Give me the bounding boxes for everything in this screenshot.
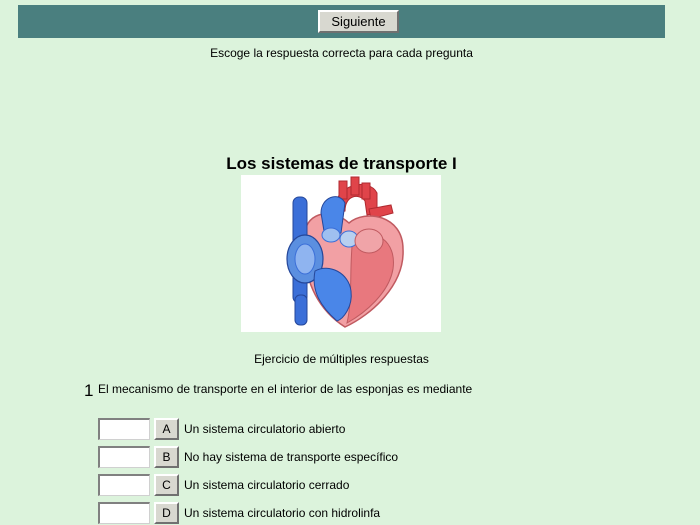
top-toolbar: Siguiente (18, 5, 665, 38)
answer-input-b[interactable] (98, 446, 150, 468)
option-c-text: Un sistema circulatorio cerrado (184, 478, 350, 492)
answer-input-c[interactable] (98, 474, 150, 496)
heart-icon (286, 176, 404, 328)
option-a-button[interactable]: A (154, 418, 179, 440)
heart-illustration (241, 175, 441, 332)
instruction-text: Escoge la respuesta correcta para cada p… (210, 46, 473, 60)
option-c: C Un sistema circulatorio cerrado (98, 474, 498, 497)
option-c-button[interactable]: C (154, 474, 179, 496)
option-b-text: No hay sistema de transporte específico (184, 450, 399, 464)
next-button[interactable]: Siguiente (318, 10, 399, 33)
option-b-button[interactable]: B (154, 446, 179, 468)
answer-input-a[interactable] (98, 418, 150, 440)
question-number: 1 (84, 381, 94, 400)
option-b: B No hay sistema de transporte específic… (98, 446, 498, 469)
page-title: Los sistemas de transporte I (226, 154, 457, 173)
option-d: D Un sistema circulatorio con hidrolinfa (98, 502, 498, 525)
option-d-button[interactable]: D (154, 502, 179, 524)
option-d-text: Un sistema circulatorio con hidrolinfa (184, 506, 381, 520)
option-a: A Un sistema circulatorio abierto (98, 418, 498, 441)
option-a-text: Un sistema circulatorio abierto (184, 422, 346, 436)
answer-input-d[interactable] (98, 502, 150, 524)
question-text: El mecanismo de transporte en el interio… (98, 382, 473, 396)
exercise-type-label: Ejercicio de múltiples respuestas (254, 352, 429, 366)
